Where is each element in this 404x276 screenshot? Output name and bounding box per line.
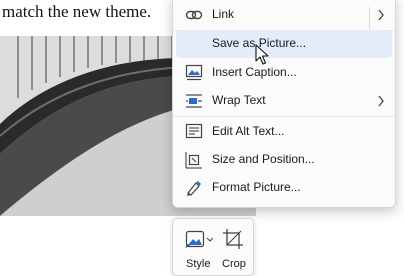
menu-item-format-picture[interactable]: Format Picture...	[173, 174, 395, 202]
picture-style-icon	[185, 230, 213, 248]
size-position-icon	[185, 152, 202, 169]
menu-item-size-and-position-label: Size and Position...	[212, 152, 315, 166]
submenu-divider	[369, 7, 370, 29]
menu-item-wrap-text[interactable]: Wrap Text	[173, 87, 395, 115]
menu-item-link[interactable]: Link	[173, 1, 395, 29]
menu-item-size-and-position[interactable]: Size and Position...	[173, 146, 395, 174]
crop-label: Crop	[222, 258, 246, 270]
crop-button[interactable]: Crop	[219, 219, 249, 275]
menu-separator	[173, 116, 395, 117]
menu-item-format-picture-label: Format Picture...	[212, 180, 301, 194]
alt-text-icon	[185, 123, 203, 139]
context-menu: Link Save as Picture... Insert Caption..…	[172, 0, 396, 208]
menu-item-save-as-picture[interactable]: Save as Picture...	[176, 30, 392, 58]
menu-item-edit-alt-text[interactable]: Edit Alt Text...	[173, 118, 395, 146]
menu-item-wrap-text-label: Wrap Text	[212, 93, 266, 107]
mouse-pointer-icon	[255, 44, 269, 65]
link-icon	[185, 10, 203, 20]
format-picture-icon	[187, 181, 201, 196]
picture-mini-toolbar: Style Crop	[172, 218, 254, 276]
menu-item-link-label: Link	[212, 7, 235, 21]
style-label: Style	[186, 258, 211, 270]
menu-item-insert-caption-label: Insert Caption...	[212, 65, 297, 79]
style-button[interactable]: Style	[179, 219, 215, 275]
menu-item-insert-caption[interactable]: Insert Caption...	[173, 59, 395, 87]
document-text-line: match the new theme.	[2, 2, 152, 21]
crop-icon	[223, 229, 243, 249]
insert-caption-icon	[185, 64, 203, 81]
menu-item-edit-alt-text-label: Edit Alt Text...	[212, 124, 285, 138]
chevron-right-icon[interactable]	[377, 8, 385, 22]
wrap-text-icon	[186, 94, 202, 108]
chevron-right-icon	[378, 95, 384, 107]
